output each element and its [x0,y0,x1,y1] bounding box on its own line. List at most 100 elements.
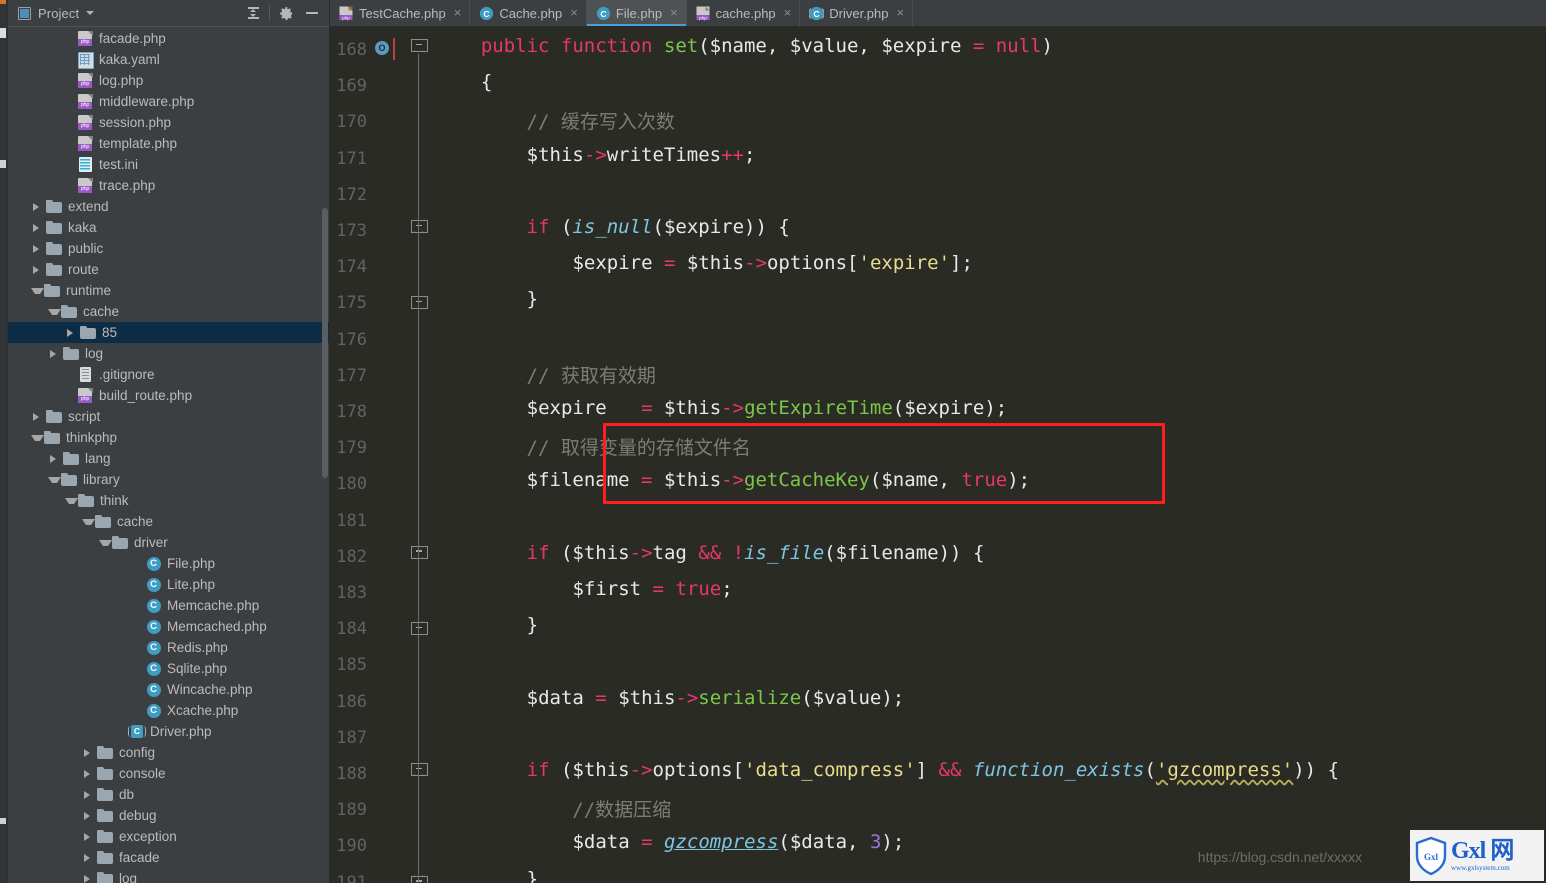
tree-item-log[interactable]: log [8,343,329,364]
chevron-right-icon[interactable] [84,874,97,883]
tree-item-build-route-php[interactable]: build_route.php [8,385,329,406]
tree-item-label: debug [119,808,157,823]
tree-item-template-php[interactable]: template.php [8,133,329,154]
chevron-right-icon[interactable] [33,244,46,253]
tree-item-think[interactable]: think [8,490,329,511]
editor-tab-cache-php[interactable]: C Cache.php × [470,0,587,26]
tree-item-kaka-yaml[interactable]: kaka.yaml [8,49,329,70]
chevron-right-icon[interactable] [33,412,46,421]
tree-item-driver[interactable]: driver [8,532,329,553]
chevron-down-icon[interactable] [86,11,95,15]
tree-item-cache[interactable]: cache [8,511,329,532]
tree-item-label: Memcache.php [167,598,260,613]
close-icon[interactable]: × [897,6,905,19]
tree-item-trace-php[interactable]: trace.php [8,175,329,196]
chevron-down-icon[interactable] [48,476,61,483]
tree-item-driver-php[interactable]: Driver.php [8,721,329,742]
editor-gutter[interactable]: 168 169 170 171 172 173 174 175 176 177 178 179 180 1… [330,27,435,883]
code-editor[interactable]: 168 169 170 171 172 173 174 175 176 177 178 179 180 1… [330,27,1546,883]
editor-tab-driver-php[interactable]: C Driver.php × [800,0,914,26]
tree-item-library[interactable]: library [8,469,329,490]
tree-scrollbar[interactable] [322,208,328,478]
tree-item-memcache-php[interactable]: Memcache.php [8,595,329,616]
tree-item-route[interactable]: route [8,259,329,280]
chevron-down-icon[interactable] [31,287,44,294]
minimize-button[interactable] [299,2,325,24]
editor-tab-file-php[interactable]: C File.php × [586,0,687,26]
line-number: 170 [336,112,367,133]
tree-item-extend[interactable]: extend [8,196,329,217]
header-divider [269,5,270,21]
tree-item-label: middleware.php [99,94,195,109]
tree-item-85[interactable]: 85 [8,322,329,343]
tree-item-lite-php[interactable]: Lite.php [8,574,329,595]
class-icon [145,639,162,656]
project-tool-window: Project php facade.php kaka.yaml php log… [8,0,330,883]
editor-tab-cache-php[interactable]: php cache.php × [687,0,801,26]
project-file-tree[interactable]: facade.php kaka.yaml log.php middleware.php… [8,27,329,883]
chevron-down-icon[interactable] [31,434,44,441]
chevron-right-icon[interactable] [33,202,46,211]
chevron-right-icon[interactable] [50,349,63,358]
chevron-down-icon[interactable] [48,308,61,315]
tree-item-thinkphp[interactable]: thinkphp [8,427,329,448]
tree-item-memcached-php[interactable]: Memcached.php [8,616,329,637]
tree-item-cache[interactable]: cache [8,301,329,322]
tree-item-facade-php[interactable]: facade.php [8,28,329,49]
ini-icon [77,156,94,173]
chevron-down-icon[interactable] [99,539,112,546]
tree-item-test-ini[interactable]: test.ini [8,154,329,175]
chevron-right-icon[interactable] [84,769,97,778]
tree-item--gitignore[interactable]: .gitignore [8,364,329,385]
chevron-right-icon[interactable] [33,265,46,274]
tree-item-kaka[interactable]: kaka [8,217,329,238]
code-content[interactable]: public function set($name, $value, $expi… [435,27,1546,883]
tree-item-public[interactable]: public [8,238,329,259]
tree-item-console[interactable]: console [8,763,329,784]
tool-window-header: Project [8,0,329,27]
override-method-icon[interactable] [375,41,389,55]
close-icon[interactable]: × [570,6,578,19]
tree-item-config[interactable]: config [8,742,329,763]
tree-item-log-php[interactable]: log.php [8,70,329,91]
class-icon [145,576,162,593]
chevron-right-icon[interactable] [84,853,97,862]
tree-item-redis-php[interactable]: Redis.php [8,637,329,658]
chevron-down-icon[interactable] [82,518,95,525]
chevron-right-icon[interactable] [84,748,97,757]
editor-tab-bar[interactable]: php TestCache.php × C Cache.php × C File.php × ph… [330,0,1546,27]
chevron-right-icon[interactable] [33,223,46,232]
chevron-right-icon[interactable] [50,454,63,463]
left-edge-strip [0,0,8,883]
editor-tab-testcache-php[interactable]: php TestCache.php × [330,0,471,26]
tree-item-facade[interactable]: facade [8,847,329,868]
tree-item-lang[interactable]: lang [8,448,329,469]
close-icon[interactable]: × [784,6,792,19]
tree-item-sqlite-php[interactable]: Sqlite.php [8,658,329,679]
chevron-right-icon[interactable] [84,790,97,799]
close-icon[interactable]: × [454,6,462,19]
tree-item-runtime[interactable]: runtime [8,280,329,301]
tree-item-exception[interactable]: exception [8,826,329,847]
tree-item-debug[interactable]: debug [8,805,329,826]
tree-item-script[interactable]: script [8,406,329,427]
tree-item-session-php[interactable]: session.php [8,112,329,133]
tree-item-xcache-php[interactable]: Xcache.php [8,700,329,721]
tree-item-label: File.php [167,556,216,571]
tree-item-wincache-php[interactable]: Wincache.php [8,679,329,700]
settings-button[interactable] [273,2,299,24]
close-icon[interactable]: × [670,6,678,19]
tree-item-file-php[interactable]: File.php [8,553,329,574]
tree-item-middleware-php[interactable]: middleware.php [8,91,329,112]
chevron-right-icon[interactable] [84,832,97,841]
tree-item-log[interactable]: log [8,868,329,883]
tree-item-label: cache [83,304,120,319]
tree-item-db[interactable]: db [8,784,329,805]
tree-item-label: Xcache.php [167,703,239,718]
collapse-all-button[interactable] [240,2,266,24]
chevron-down-icon[interactable] [65,497,78,504]
chevron-right-icon[interactable] [84,811,97,820]
chevron-right-icon[interactable] [67,328,80,337]
fold-open-icon[interactable] [411,39,428,55]
